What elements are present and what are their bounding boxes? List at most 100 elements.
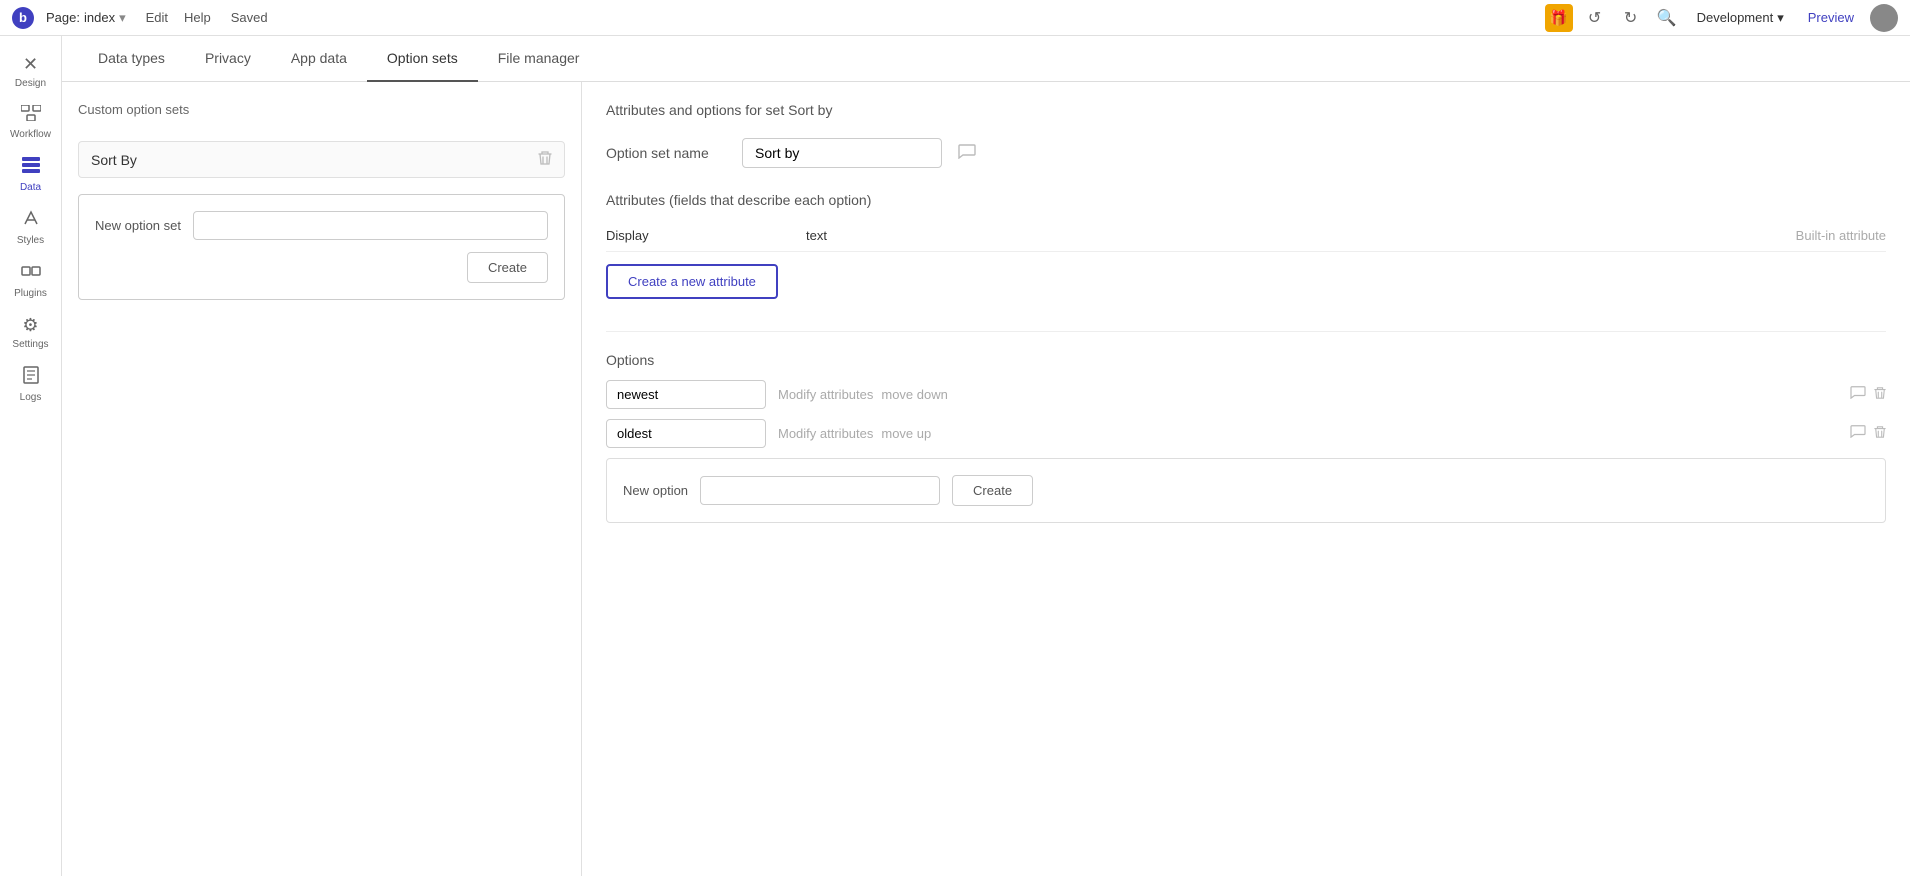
sidebar-item-styles[interactable]: Styles	[4, 203, 58, 252]
environment-selector[interactable]: Development ▾	[1689, 6, 1792, 30]
option-actions-newest: Modify attributes move down	[778, 387, 1838, 402]
option-input-newest[interactable]	[606, 380, 766, 409]
sidebar-label-settings: Settings	[12, 339, 48, 350]
redo-button[interactable]: ↻	[1617, 4, 1645, 32]
sidebar-item-design[interactable]: ✕ Design	[4, 48, 58, 95]
redo-icon: ↻	[1624, 8, 1637, 28]
undo-button[interactable]: ↺	[1581, 4, 1609, 32]
sidebar-label-workflow: Workflow	[10, 129, 51, 140]
sidebar-item-data[interactable]: Data	[4, 150, 58, 199]
main-area: Data types Privacy App data Option sets …	[62, 36, 1910, 876]
section-divider	[606, 331, 1886, 332]
page-dropdown-icon[interactable]: ▾	[119, 10, 126, 26]
option-row-right-oldest	[1850, 424, 1886, 443]
gift-icon: 🎁	[1549, 9, 1568, 27]
right-panel: Attributes and options for set Sort by O…	[582, 82, 1910, 876]
attribute-display-label: Display	[606, 228, 806, 243]
data-icon	[21, 156, 41, 179]
modify-attributes-newest[interactable]: Modify attributes	[778, 387, 873, 402]
create-option-button[interactable]: Create	[952, 475, 1033, 506]
undo-icon: ↺	[1588, 8, 1601, 28]
option-row-newest: Modify attributes move down	[606, 380, 1886, 409]
option-set-name-label: Option set name	[606, 145, 726, 161]
left-panel: Custom option sets Sort By New option se…	[62, 82, 582, 876]
page-indicator: Page: index ▾	[46, 10, 126, 26]
modify-attributes-oldest[interactable]: Modify attributes	[778, 426, 873, 441]
sidebar-item-settings[interactable]: ⚙ Settings	[4, 309, 58, 356]
new-option-section: New option Create	[606, 458, 1886, 523]
new-option-row: New option set	[95, 211, 548, 240]
new-option-section-row: New option Create	[623, 475, 1869, 506]
settings-icon: ⚙	[22, 315, 38, 336]
attribute-row: Display text Built-in attribute	[606, 220, 1886, 252]
topbar: b Page: index ▾ Edit Help Saved 🎁 ↺ ↻ 🔍 …	[0, 0, 1910, 36]
gift-button[interactable]: 🎁	[1545, 4, 1573, 32]
content-area: Custom option sets Sort By New option se…	[62, 82, 1910, 876]
options-section-title: Options	[606, 352, 1886, 368]
tab-file-manager[interactable]: File manager	[478, 36, 600, 82]
page-label: Page:	[46, 10, 80, 25]
attribute-type-label: text	[806, 228, 1006, 243]
saved-status: Saved	[231, 10, 268, 25]
edit-menu[interactable]: Edit	[146, 10, 168, 25]
sidebar-item-logs[interactable]: Logs	[4, 360, 58, 409]
main-tabs: Data types Privacy App data Option sets …	[62, 36, 1910, 82]
option-row-right-newest	[1850, 385, 1886, 404]
option-actions-oldest: Modify attributes move up	[778, 426, 1838, 441]
design-icon: ✕	[23, 54, 38, 75]
env-label: Development	[1697, 10, 1774, 25]
preview-button[interactable]: Preview	[1800, 6, 1862, 29]
sidebar-item-plugins[interactable]: Plugins	[4, 256, 58, 305]
delete-newest-icon[interactable]	[1874, 386, 1886, 403]
sidebar: ✕ Design Workflow Data Styles Plugins ⚙ …	[0, 36, 62, 876]
attribute-builtin-label: Built-in attribute	[1006, 228, 1886, 243]
comment-oldest-icon[interactable]	[1850, 424, 1866, 443]
move-down-newest[interactable]: move down	[881, 387, 947, 402]
styles-icon	[22, 209, 40, 232]
sidebar-label-data: Data	[20, 182, 41, 193]
logs-icon	[23, 366, 39, 389]
tab-data-types[interactable]: Data types	[78, 36, 185, 82]
topbar-nav: Edit Help Saved	[146, 10, 268, 25]
delete-option-set-icon[interactable]	[538, 150, 552, 169]
sidebar-item-workflow[interactable]: Workflow	[4, 99, 58, 146]
app-logo: b	[12, 7, 34, 29]
tab-app-data[interactable]: App data	[271, 36, 367, 82]
delete-oldest-icon[interactable]	[1874, 425, 1886, 442]
tab-option-sets[interactable]: Option sets	[367, 36, 478, 82]
option-set-sort-by[interactable]: Sort By	[78, 141, 565, 178]
move-up-oldest[interactable]: move up	[881, 426, 931, 441]
page-name: index	[84, 10, 115, 25]
left-panel-title: Custom option sets	[78, 102, 565, 117]
search-button[interactable]: 🔍	[1653, 4, 1681, 32]
sidebar-label-logs: Logs	[20, 392, 42, 403]
sidebar-label-design: Design	[15, 78, 46, 89]
user-avatar[interactable]	[1870, 4, 1898, 32]
option-set-name-input[interactable]	[742, 138, 942, 168]
topbar-right: 🎁 ↺ ↻ 🔍 Development ▾ Preview	[1545, 4, 1898, 32]
create-attribute-button[interactable]: Create a new attribute	[606, 264, 778, 299]
comment-icon[interactable]	[958, 143, 976, 164]
workflow-icon	[21, 105, 41, 126]
options-section: Options Modify attributes move down	[606, 352, 1886, 523]
create-option-set-button[interactable]: Create	[467, 252, 548, 283]
comment-newest-icon[interactable]	[1850, 385, 1866, 404]
new-option-label: New option set	[95, 218, 181, 233]
new-option-set-input[interactable]	[193, 211, 548, 240]
env-dropdown-icon: ▾	[1777, 10, 1784, 26]
option-row-oldest: Modify attributes move up	[606, 419, 1886, 448]
option-set-name-row: Option set name	[606, 138, 1886, 168]
new-option-section-label: New option	[623, 483, 688, 498]
help-menu[interactable]: Help	[184, 10, 211, 25]
plugins-icon	[21, 262, 41, 285]
option-input-oldest[interactable]	[606, 419, 766, 448]
attributes-table: Display text Built-in attribute	[606, 220, 1886, 252]
sidebar-label-styles: Styles	[17, 235, 44, 246]
new-option-set-box: New option set Create	[78, 194, 565, 300]
tab-privacy[interactable]: Privacy	[185, 36, 271, 82]
option-set-name: Sort By	[91, 152, 137, 168]
right-panel-title: Attributes and options for set Sort by	[606, 102, 1886, 118]
new-option-input[interactable]	[700, 476, 940, 505]
search-icon: 🔍	[1657, 8, 1677, 28]
sidebar-label-plugins: Plugins	[14, 288, 47, 299]
